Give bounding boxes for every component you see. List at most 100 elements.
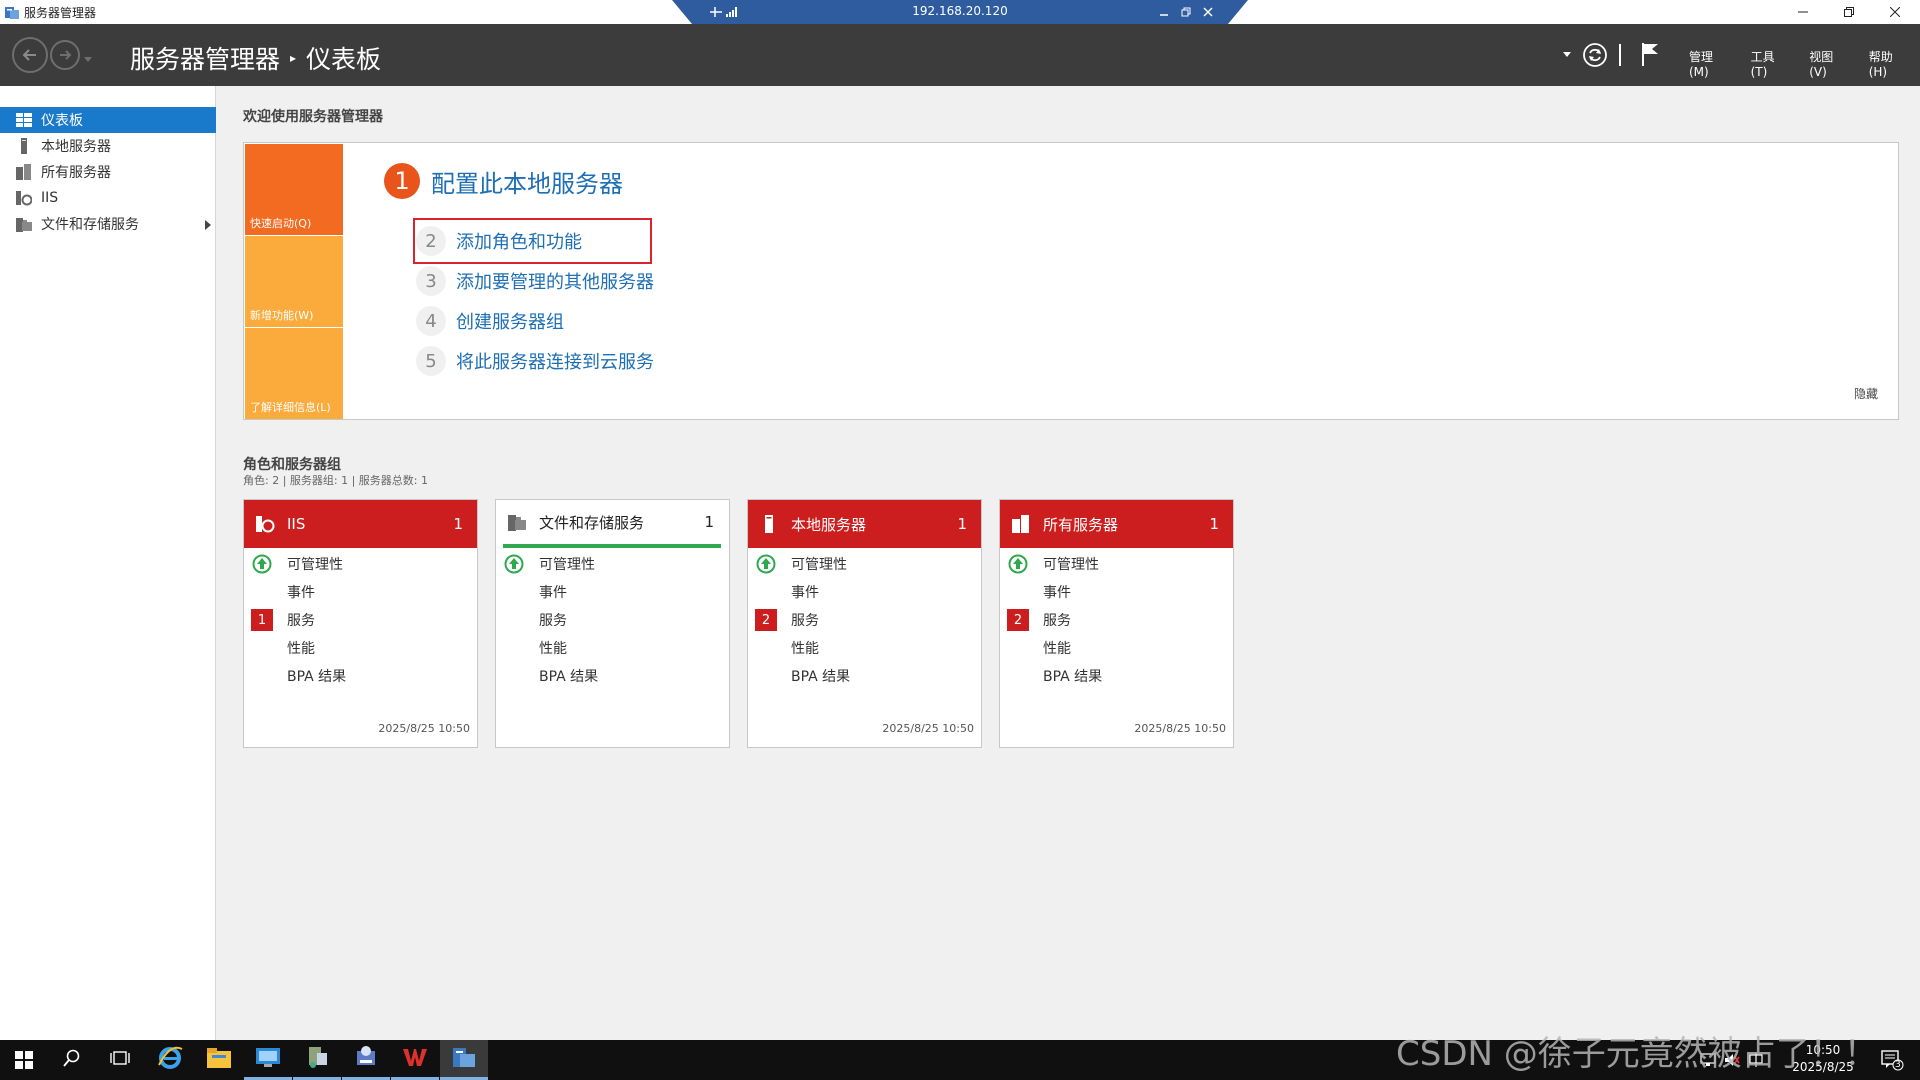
forward-button[interactable] — [50, 40, 80, 70]
tile-row-events[interactable]: 事件 — [496, 581, 729, 603]
row-label: 可管理性 — [539, 557, 595, 573]
refresh-icon[interactable] — [1582, 42, 1608, 68]
step-number-badge: 4 — [416, 306, 446, 336]
search-button[interactable] — [48, 1040, 96, 1080]
notifications-flag-icon[interactable] — [1640, 41, 1660, 67]
breadcrumb-app[interactable]: 服务器管理器 — [130, 40, 280, 76]
local-server-icon — [16, 138, 32, 154]
tile-title: 所有服务器 — [1043, 515, 1119, 534]
tile-row-services[interactable]: 服务 — [496, 609, 729, 631]
sidebar-item-label: IIS — [41, 190, 59, 206]
step-connect-cloud[interactable]: 5 将此服务器连接到云服务 — [416, 346, 654, 376]
taskbar-wps[interactable] — [391, 1040, 439, 1080]
back-button[interactable] — [12, 37, 48, 73]
tile-row-bpa[interactable]: BPA 结果 — [496, 665, 729, 687]
role-tile-iis[interactable]: IIS 1 可管理性 事件 1 服务 性能 BPA 结果 2025/8/25 1… — [243, 499, 478, 748]
taskbar-file-explorer[interactable] — [195, 1040, 243, 1080]
history-dropdown-icon[interactable] — [82, 50, 94, 62]
empty-badge-slot — [251, 665, 273, 687]
quick-start-label: 快速启动(Q) — [250, 217, 312, 230]
tile-header[interactable]: 文件和存储服务 1 — [503, 500, 721, 548]
action-center-button[interactable]: 3 — [1880, 1049, 1904, 1071]
taskbar-remote-desktop[interactable] — [244, 1040, 292, 1080]
menu-tools[interactable]: 工具(T) — [1742, 48, 1801, 79]
step-link[interactable]: 添加要管理的其他服务器 — [456, 268, 654, 294]
sidebar-item-all-servers[interactable]: 所有服务器 — [0, 159, 216, 185]
task-view-button[interactable] — [96, 1040, 144, 1080]
tile-row-events[interactable]: 事件 — [1000, 581, 1233, 603]
tile-count: 1 — [957, 515, 967, 533]
status-ok-icon — [251, 553, 273, 575]
step-add-other-servers[interactable]: 3 添加要管理的其他服务器 — [416, 266, 654, 296]
refresh-dropdown-icon[interactable] — [1562, 49, 1572, 59]
minimize-button[interactable] — [1780, 0, 1826, 24]
tile-row-performance[interactable]: 性能 — [496, 637, 729, 659]
hide-link[interactable]: 隐藏 — [1854, 385, 1878, 402]
menu-help[interactable]: 帮助(H) — [1860, 48, 1920, 79]
step-create-server-group[interactable]: 4 创建服务器组 — [416, 306, 564, 336]
tile-row-manageability[interactable]: 可管理性 — [748, 553, 981, 575]
role-tile-all-servers[interactable]: 所有服务器 1 可管理性 事件 2 服务 性能 BPA 结果 2025/8/25… — [999, 499, 1234, 748]
rdp-minimize-icon[interactable] — [1156, 4, 1172, 20]
tile-row-bpa[interactable]: BPA 结果 — [244, 665, 477, 687]
watermark-text: CSDN @徐子元竟然被占了！！ — [1396, 1034, 1878, 1074]
whats-new-label: 新增功能(W) — [250, 309, 314, 322]
taskbar-server-manager[interactable] — [440, 1040, 488, 1080]
search-icon — [63, 1049, 81, 1071]
tile-row-performance[interactable]: 性能 — [1000, 637, 1233, 659]
tile-row-bpa[interactable]: BPA 结果 — [748, 665, 981, 687]
sidebar-item-local-server[interactable]: 本地服务器 — [0, 133, 216, 159]
sidebar-item-file-storage[interactable]: 文件和存储服务 — [0, 211, 216, 237]
start-button[interactable] — [0, 1040, 48, 1080]
close-button[interactable] — [1872, 0, 1918, 24]
alert-badge-slot: 2 — [1007, 609, 1029, 631]
tile-row-services[interactable]: 2 服务 — [748, 609, 981, 631]
tile-row-manageability[interactable]: 可管理性 — [1000, 553, 1233, 575]
tile-row-performance[interactable]: 性能 — [748, 637, 981, 659]
tile-row-events[interactable]: 事件 — [244, 581, 477, 603]
sidebar-item-dashboard[interactable]: 仪表板 — [0, 107, 216, 133]
alert-count-badge: 1 — [251, 609, 273, 631]
step-link[interactable]: 将此服务器连接到云服务 — [456, 348, 654, 374]
whats-new-tab[interactable]: 新增功能(W) — [245, 236, 343, 327]
row-label: 可管理性 — [791, 557, 847, 573]
rdp-close-icon[interactable] — [1200, 4, 1216, 20]
tile-row-manageability[interactable]: 可管理性 — [244, 553, 477, 575]
empty-badge-slot — [755, 581, 777, 603]
menu-manage[interactable]: 管理(M) — [1680, 48, 1742, 79]
role-tile-file-storage[interactable]: 文件和存储服务 1 可管理性 事件 服务 性能 BPA 结果 — [495, 499, 730, 748]
row-label: 服务 — [1043, 613, 1071, 629]
dashboard-icon — [16, 112, 32, 128]
tile-row-services[interactable]: 1 服务 — [244, 609, 477, 631]
learn-more-label: 了解详细信息(L) — [250, 401, 331, 414]
tile-header[interactable]: 本地服务器 1 — [748, 500, 981, 548]
menu-view[interactable]: 视图(V) — [1800, 48, 1859, 79]
tile-count: 1 — [453, 515, 463, 533]
step-link[interactable]: 配置此本地服务器 — [431, 164, 623, 199]
empty-badge-slot — [1007, 665, 1029, 687]
restore-button[interactable] — [1826, 0, 1872, 24]
alert-badge-slot: 1 — [251, 609, 273, 631]
tile-row-events[interactable]: 事件 — [748, 581, 981, 603]
empty-badge-slot — [251, 581, 273, 603]
row-label: BPA 结果 — [539, 669, 599, 685]
taskbar-app-network[interactable] — [293, 1040, 341, 1080]
tile-header[interactable]: IIS 1 — [244, 500, 477, 548]
step-link[interactable]: 创建服务器组 — [456, 308, 564, 334]
sidebar-item-iis[interactable]: IIS — [0, 185, 216, 211]
quick-start-tab[interactable]: 快速启动(Q) — [245, 144, 343, 235]
tile-row-services[interactable]: 2 服务 — [1000, 609, 1233, 631]
iis-icon — [16, 190, 32, 206]
tile-row-performance[interactable]: 性能 — [244, 637, 477, 659]
step-configure-local-server[interactable]: 1 配置此本地服务器 — [384, 163, 623, 199]
tile-row-bpa[interactable]: BPA 结果 — [1000, 665, 1233, 687]
tile-row-manageability[interactable]: 可管理性 — [496, 553, 729, 575]
tile-header[interactable]: 所有服务器 1 — [1000, 500, 1233, 548]
expand-arrow-icon[interactable] — [204, 218, 212, 234]
taskbar-ie[interactable] — [146, 1040, 194, 1080]
rdp-restore-icon[interactable] — [1178, 4, 1194, 20]
role-tile-local-server[interactable]: 本地服务器 1 可管理性 事件 2 服务 性能 BPA 结果 2025/8/25… — [747, 499, 982, 748]
learn-more-tab[interactable]: 了解详细信息(L) — [245, 328, 343, 419]
empty-badge-slot — [251, 637, 273, 659]
taskbar-app-admin[interactable] — [342, 1040, 390, 1080]
